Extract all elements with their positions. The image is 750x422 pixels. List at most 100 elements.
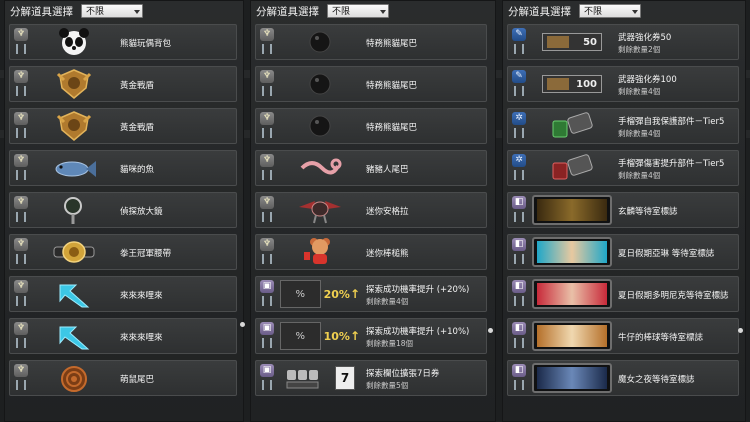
list-item[interactable]: ♆ 拳王冠軍腰帶 <box>9 234 237 270</box>
chevron-down-icon <box>632 10 638 14</box>
list-item[interactable]: ◧ 玄麟等待室標誌 <box>507 192 739 228</box>
list-item[interactable]: ▣ % 10% ↑ 探索成功機率提升 (+10%) 剩餘數量18個 <box>255 318 487 354</box>
boost-percent: 10% <box>323 329 350 343</box>
list-item[interactable]: ♆ 特務熊貓尾巴 <box>255 108 487 144</box>
ticket-value: 100 <box>576 78 597 90</box>
list-item[interactable]: ▣ % 20% ↑ 探索成功機率提升 (+20%) 剩餘數量4個 <box>255 276 487 312</box>
list-item[interactable]: ◧ 魔女之夜等待室標誌 <box>507 360 739 396</box>
list-item[interactable]: ♆ 熊貓玩偶背包 <box>9 24 237 60</box>
item-name: 探索成功機率提升 (+10%) <box>366 327 470 337</box>
item-name: 牛仔的棒球等待室標誌 <box>618 333 704 343</box>
list-item[interactable]: ◧ 夏日假期多明尼克等待室標誌 <box>507 276 739 312</box>
item-name: 夏日假期多明尼克等待室標誌 <box>618 291 729 301</box>
item-name: 迷你安格拉 <box>366 207 409 217</box>
ticket-value: 50 <box>583 36 597 48</box>
list-item[interactable]: ♆ 來來來哩來 <box>9 276 237 312</box>
list-item[interactable]: ♆ 萌鼠尾巴 <box>9 360 237 396</box>
shirt-icon: ♆ <box>14 322 28 335</box>
slot-expand-7day-icon: 7 <box>280 363 360 393</box>
item-name: 探索成功機率提升 (+20%) <box>366 285 470 295</box>
list-item[interactable]: ♆ 黃金戰盾 <box>9 108 237 144</box>
filter-dropdown[interactable]: 不限 <box>81 4 143 18</box>
panel-header: 分解道具選擇 不限 <box>250 0 496 22</box>
filter-dropdown[interactable]: 不限 <box>579 4 641 18</box>
list-item[interactable]: ♆ 迷你安格拉 <box>255 192 487 228</box>
item-name: 武器強化券100 <box>618 75 677 85</box>
item-quantity: 剩餘數量18個 <box>366 339 414 348</box>
list-item[interactable]: ◧ 牛仔的棒球等待室標誌 <box>507 318 739 354</box>
fish-icon <box>34 153 114 183</box>
item-name: 黃金戰盾 <box>120 81 155 91</box>
shirt-icon: ♆ <box>260 112 274 125</box>
list-item[interactable]: ♆ 貓咪的魚 <box>9 150 237 186</box>
black-ball-tail-icon <box>280 27 360 57</box>
list-item[interactable]: ♆ 偵探放大鏡 <box>9 192 237 228</box>
scrollbar-thumb[interactable] <box>738 328 743 333</box>
item-name: 魔女之夜等待室標誌 <box>618 375 695 385</box>
filter-value: 不限 <box>86 7 105 17</box>
panel-title: 分解道具選擇 <box>508 5 571 18</box>
list-item[interactable]: ♆ 特務熊貓尾巴 <box>255 24 487 60</box>
item-name: 武器強化券50 <box>618 33 672 43</box>
list-item[interactable]: ✲ 手榴彈自我保護部件－Tier5 剩餘數量4個 <box>507 108 739 144</box>
up-arrow-icon: ↑ <box>349 329 360 343</box>
item-name: 特務熊貓尾巴 <box>366 39 418 49</box>
list-item[interactable]: ✲ 手榴彈傷害提升部件－Tier5 剩餘數量4個 <box>507 150 739 186</box>
grenade-guard-part-icon <box>532 111 612 141</box>
filter-dropdown[interactable]: 不限 <box>327 4 389 18</box>
list-item[interactable]: ♆ 迷你棒槌熊 <box>255 234 487 270</box>
lock-marks-icon <box>16 44 26 54</box>
boost-percent: 20% <box>323 287 350 301</box>
list-item[interactable]: ✎ 100 武器強化券100 剩餘數量4個 <box>507 66 739 102</box>
shirt-icon: ♆ <box>260 154 274 167</box>
scrollbar-thumb[interactable] <box>488 328 493 333</box>
chevron-down-icon <box>134 10 140 14</box>
lock-marks-icon <box>262 44 272 54</box>
list-item[interactable]: ♆ 豬豬人尾巴 <box>255 150 487 186</box>
item-name: 萌鼠尾巴 <box>120 375 155 385</box>
list-item[interactable]: ✎ 50 武器強化券50 剩餘數量2個 <box>507 24 739 60</box>
weapon-enhance-50-icon: 50 <box>532 27 612 57</box>
lock-marks-icon <box>514 170 524 180</box>
lock-marks-icon <box>262 254 272 264</box>
ticket-box-icon <box>547 36 569 48</box>
item-quantity: 剩餘數量4個 <box>618 129 661 138</box>
emblem-badge-icon: ◧ <box>512 364 526 377</box>
up-arrow-icon: ↑ <box>349 287 360 301</box>
item-name: 特務熊貓尾巴 <box>366 123 418 133</box>
lock-marks-icon <box>262 380 272 390</box>
item-panel-1: 分解道具選擇 不限 ♆ 熊貓玩偶背包 ♆ 黃金戰盾 ♆ 黃金戰盾 ♆ 貓咪的魚 … <box>4 0 245 422</box>
emblem-badge-icon: ◧ <box>512 238 526 251</box>
emblem-badge-icon: ◧ <box>512 196 526 209</box>
ticket-box-icon <box>547 78 569 90</box>
item-name: 熊貓玩偶背包 <box>120 39 172 49</box>
list-item[interactable]: ◧ 夏日假期亞琳 等待室標誌 <box>507 234 739 270</box>
black-ball-tail-icon <box>280 69 360 99</box>
scrollbar-thumb[interactable] <box>240 322 245 327</box>
list-item[interactable]: ♆ 黃金戰盾 <box>9 66 237 102</box>
lock-marks-icon <box>16 380 26 390</box>
emblem-badge-icon: ◧ <box>512 322 526 335</box>
list-item[interactable]: ▣ 7 探索欄位擴張7日券 剩餘數量5個 <box>255 360 487 396</box>
weapon-enhance-100-icon: 100 <box>532 69 612 99</box>
item-name: 偵探放大鏡 <box>120 207 163 217</box>
item-quantity: 剩餘數量4個 <box>618 171 661 180</box>
cyan-arrow-icon <box>34 279 114 309</box>
lock-marks-icon <box>262 296 272 306</box>
panel-header: 分解道具選擇 不限 <box>4 0 244 22</box>
cyan-arrow-icon <box>34 321 114 351</box>
box-icon: ▣ <box>260 364 274 377</box>
waiting-room-emblem-icon <box>532 237 612 267</box>
lock-marks-icon <box>16 212 26 222</box>
item-name: 貓咪的魚 <box>120 165 155 175</box>
explore-boost-10-icon: % 10% ↑ <box>280 321 360 351</box>
lock-marks-icon <box>514 338 524 348</box>
panda-backpack-icon <box>34 27 114 57</box>
list-item[interactable]: ♆ 特務熊貓尾巴 <box>255 66 487 102</box>
list-item[interactable]: ♆ 來來來哩來 <box>9 318 237 354</box>
emblem-art-icon <box>537 367 607 389</box>
magnifier-icon <box>34 195 114 225</box>
shirt-icon: ♆ <box>14 238 28 251</box>
lock-marks-icon <box>16 86 26 96</box>
shirt-icon: ♆ <box>14 280 28 293</box>
